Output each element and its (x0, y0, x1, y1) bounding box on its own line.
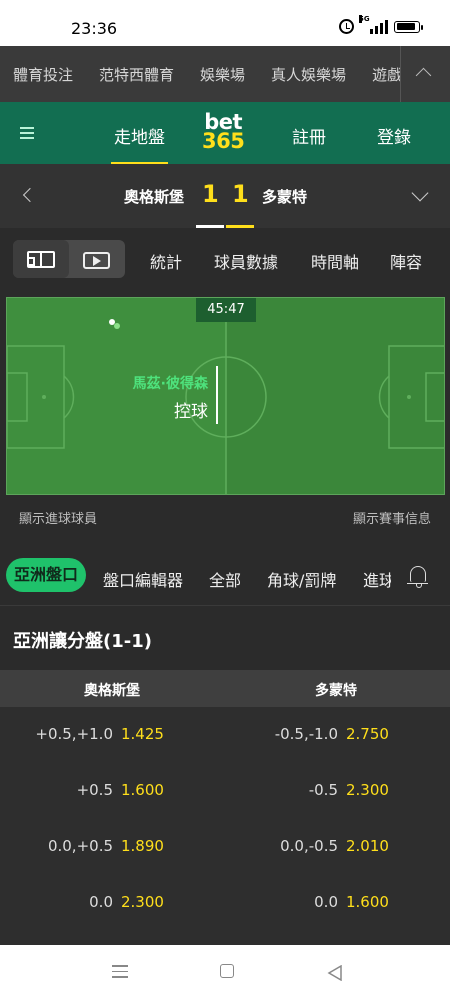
main-header: 走地盤 bet 365 註冊 登錄 (0, 102, 450, 165)
nav-divider (400, 46, 401, 102)
nav-games[interactable]: 遊戲 (372, 64, 400, 85)
nav-fantasy-sports[interactable]: 范特西體育 (99, 64, 174, 85)
tab-timeline[interactable]: 時間軸 (311, 249, 359, 273)
tab-player-stats[interactable]: 球員數據 (214, 249, 278, 273)
away-score: 1 (232, 180, 249, 208)
network-type-label: 5G (359, 14, 370, 23)
in-play-link[interactable]: 走地盤 (111, 123, 168, 165)
away-column-header: 多蒙特 (315, 683, 357, 699)
section-title[interactable]: 亞洲讓分盤(1-1) (13, 627, 152, 653)
home-handicap[interactable]: +0.5,+1.0 (35, 725, 113, 743)
alarm-icon (339, 19, 354, 34)
bet365-logo[interactable]: bet 365 (202, 112, 245, 153)
status-bar: 23:36 5G (0, 0, 450, 46)
signal-icon: 5G (359, 14, 388, 34)
battery-icon (394, 20, 423, 33)
odds-table-header: 奧格斯堡 多蒙特 (0, 670, 450, 707)
possession-status: 控球 (174, 402, 208, 422)
logo-text-bottom: 365 (202, 129, 245, 153)
chevron-left-icon[interactable] (22, 187, 38, 203)
odds-row: +0.5 1.600 -0.5 2.300 (0, 763, 450, 819)
tab-asian-lines[interactable]: 亞洲盤口 (6, 558, 87, 592)
chevron-down-icon[interactable] (411, 184, 429, 202)
match-header: 奧格斯堡 1 1 多蒙特 (0, 164, 450, 228)
odds-row: +0.5,+1.0 1.425 -0.5,-1.0 2.750 (0, 707, 450, 763)
view-toggle (13, 240, 125, 278)
pitch-markings (7, 298, 444, 494)
pitch-view-button[interactable] (13, 240, 69, 278)
status-icons: 5G (339, 14, 423, 34)
match-tracker-pitch[interactable]: 45:47 馬茲·彼得森 控球 (6, 297, 445, 495)
home-column-header: 奧格斯堡 (84, 683, 140, 699)
odds-row: 0.0,+0.5 1.890 0.0,-0.5 2.010 (0, 819, 450, 875)
away-handicap[interactable]: 0.0,-0.5 (280, 837, 338, 855)
odds-table: +0.5,+1.0 1.425 -0.5,-1.0 2.750 +0.5 1.6… (0, 707, 450, 945)
away-handicap[interactable]: -0.5 (309, 781, 338, 799)
tab-goals[interactable]: 進球 (363, 567, 391, 591)
home-team-name: 奧格斯堡 (124, 188, 185, 206)
category-nav: 體育投注 范特西體育 娛樂場 真人娛樂場 遊戲 (0, 46, 450, 102)
video-icon[interactable] (83, 252, 110, 269)
nav-sports-betting[interactable]: 體育投注 (13, 64, 73, 85)
ball-trail-marker (114, 323, 120, 329)
pitch-icon (27, 251, 55, 268)
home-handicap[interactable]: 0.0 (89, 893, 113, 911)
home-handicap[interactable]: 0.0,+0.5 (48, 837, 113, 855)
away-handicap[interactable]: -0.5,-1.0 (275, 725, 338, 743)
odds-row: 0.0 2.300 0.0 1.600 (0, 875, 450, 931)
register-button[interactable]: 註冊 (292, 123, 326, 148)
pitch-options: 顯示進球球員 顯示賽事信息 (0, 508, 450, 528)
bell-icon[interactable] (407, 566, 428, 588)
match-clock: 45:47 (196, 298, 256, 322)
nav-casino[interactable]: 娛樂場 (200, 64, 245, 85)
battery-level (396, 23, 416, 30)
recent-apps-icon[interactable] (112, 965, 128, 982)
login-button[interactable]: 登錄 (377, 123, 411, 148)
match-view-tabs: 統計 球員數據 時間軸 陣容 (0, 228, 450, 290)
away-price[interactable]: 1.600 (346, 893, 389, 911)
possession-player-name: 馬茲·彼得森 (132, 376, 208, 392)
home-price[interactable]: 2.300 (121, 893, 164, 911)
possession-indicator-line (216, 366, 218, 424)
show-match-info-link[interactable]: 顯示賽事信息 (353, 508, 431, 527)
away-handicap[interactable]: 0.0 (314, 893, 338, 911)
home-price[interactable]: 1.890 (121, 837, 164, 855)
hamburger-menu-icon[interactable] (20, 127, 34, 139)
chevron-up-icon[interactable] (415, 67, 432, 84)
away-price[interactable]: 2.300 (346, 781, 389, 799)
home-price[interactable]: 1.425 (121, 725, 164, 743)
market-tabs: 亞洲盤口 盤口編輯器 全部 角球/罰牌 進球 (0, 546, 450, 606)
system-nav-bar (0, 945, 450, 1000)
tab-stats[interactable]: 統計 (150, 249, 182, 273)
home-score: 1 (202, 180, 219, 208)
tab-lineups[interactable]: 陣容 (390, 249, 422, 273)
home-handicap[interactable]: +0.5 (77, 781, 113, 799)
tab-corners-cards[interactable]: 角球/罰牌 (267, 567, 336, 591)
away-team-name: 多蒙特 (262, 188, 308, 206)
tab-bet-builder[interactable]: 盤口編輯器 (103, 567, 183, 591)
away-price[interactable]: 2.750 (346, 725, 389, 743)
nav-live-casino[interactable]: 真人娛樂場 (271, 64, 346, 85)
show-scorers-link[interactable]: 顯示進球球員 (19, 508, 97, 527)
status-time: 23:36 (71, 19, 118, 38)
tab-all[interactable]: 全部 (209, 567, 241, 591)
away-price[interactable]: 2.010 (346, 837, 389, 855)
home-icon[interactable] (220, 964, 234, 978)
home-price[interactable]: 1.600 (121, 781, 164, 799)
